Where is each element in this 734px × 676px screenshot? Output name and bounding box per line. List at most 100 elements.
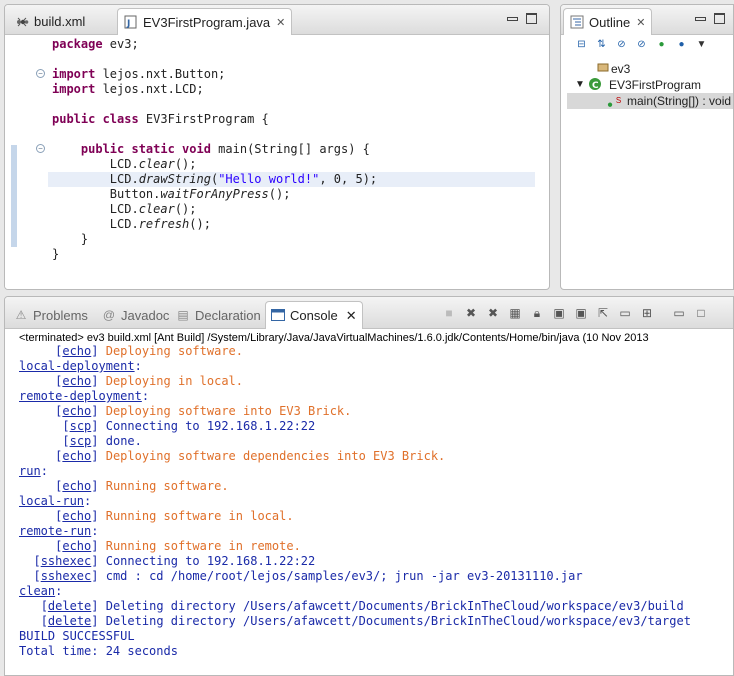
editor-gutter: − − <box>5 35 47 289</box>
collapse-all-icon[interactable]: ⊟ <box>575 38 588 51</box>
expand-arrow-icon[interactable]: ▼ <box>575 77 585 93</box>
outline-item-method[interactable]: ● S main(String[]) : void <box>567 93 733 110</box>
console-line: [echo] Running software in local. <box>19 509 691 524</box>
minimize-button[interactable] <box>507 17 518 21</box>
code-line: import lejos.nxt.Button; <box>52 67 226 81</box>
ant-task-tag[interactable]: [echo] <box>55 509 98 523</box>
ant-task-tag[interactable]: [echo] <box>55 539 98 553</box>
javadoc-icon: @ <box>102 308 116 322</box>
console-text: Deleting directory /Users/afawcett/Docum… <box>98 599 684 613</box>
tab-outline[interactable]: Outline ✕ <box>563 8 653 35</box>
view-menu-icon[interactable]: ▼ <box>695 38 708 51</box>
console-line: [delete] Deleting directory /Users/afawc… <box>19 614 691 629</box>
remove-all-launches-icon[interactable]: ✖ <box>485 305 501 321</box>
close-icon[interactable]: ✕ <box>346 308 357 324</box>
console-line: [sshexec] Connecting to 192.168.1.22:22 <box>19 554 691 569</box>
ant-task-tag[interactable]: [scp] <box>62 419 98 433</box>
ant-target-link[interactable]: remote-run <box>19 524 91 538</box>
tab-label: build.xml <box>34 14 86 29</box>
sort-icon[interactable]: ⇅ <box>595 38 608 51</box>
console-line: run: <box>19 464 691 479</box>
tab-label: Problems <box>33 307 88 323</box>
outline-item-package[interactable]: ev3 <box>561 61 733 77</box>
package-icon <box>597 61 609 77</box>
scroll-lock-icon[interactable]: 🔒︎ <box>529 305 545 321</box>
display-console-icon[interactable]: ▭ <box>617 305 633 321</box>
ant-target-link[interactable]: clean <box>19 584 55 598</box>
fold-toggle-icon[interactable]: − <box>36 144 45 153</box>
terminate-icon[interactable]: ■ <box>441 305 457 321</box>
console-line: remote-deployment: <box>19 389 691 404</box>
tab-javadoc[interactable]: @ Javadoc <box>97 301 174 329</box>
code-line: package ev3; <box>52 37 139 51</box>
ant-task-tag[interactable]: [sshexec] <box>33 554 98 568</box>
ant-task-tag[interactable]: [sshexec] <box>33 569 98 583</box>
tab-build-xml[interactable]: build.xml <box>9 8 91 35</box>
ant-target-link[interactable]: local-deployment <box>19 359 135 373</box>
show-on-stderr-icon[interactable]: ▣ <box>573 305 589 321</box>
hide-nonpublic-icon[interactable]: ● <box>655 38 668 51</box>
outline-pane: Outline ✕ ⊟ ⇅ ⊘ ⊘ ● ● ▼ ev3 ▼ C EV3First… <box>560 4 734 290</box>
ant-file-icon <box>15 15 29 29</box>
close-icon[interactable]: ✕ <box>276 16 285 29</box>
pin-console-icon[interactable]: ⇱ <box>595 305 611 321</box>
ant-task-tag[interactable]: [echo] <box>55 404 98 418</box>
console-text: Running software in remote. <box>98 539 301 553</box>
show-on-stdout-icon[interactable]: ▣ <box>551 305 567 321</box>
console-line: Total time: 24 seconds <box>19 644 691 659</box>
launch-status: <terminated> ev3 build.xml [Ant Build] /… <box>19 332 649 344</box>
outline-item-label: EV3FirstProgram <box>609 78 702 92</box>
tab-ev3firstprogram-java[interactable]: J EV3FirstProgram.java ✕ <box>117 8 293 35</box>
ant-target-link[interactable]: local-run <box>19 494 84 508</box>
console-line: [echo] Deploying software. <box>19 344 691 359</box>
open-console-icon[interactable]: ⊞ <box>639 305 655 321</box>
console-text: Total time: 24 seconds <box>19 644 178 658</box>
editor-tab-bar: build.xml J EV3FirstProgram.java ✕ <box>5 5 549 35</box>
code-area[interactable]: package ev3; import lejos.nxt.Button; im… <box>48 35 535 289</box>
hide-fields-icon[interactable]: ⊘ <box>615 38 628 51</box>
hide-local-types-icon[interactable]: ● <box>675 38 688 51</box>
console-text: : <box>40 464 48 478</box>
console-text: cmd : cd /home/root/lejos/samples/ev3/; … <box>98 569 583 583</box>
minimize-button[interactable] <box>695 17 706 21</box>
tab-console[interactable]: Console ✕ <box>265 301 363 329</box>
console-text: : <box>141 389 150 403</box>
code-line: LCD.refresh(); <box>109 217 211 231</box>
tab-declaration[interactable]: ▤ Declaration <box>171 301 266 329</box>
ant-task-tag[interactable]: [echo] <box>55 479 98 493</box>
ant-task-tag[interactable]: [delete] <box>41 614 99 628</box>
java-file-icon: J <box>124 15 138 29</box>
svg-text:J: J <box>126 19 130 29</box>
outline-item-class[interactable]: ▼ C EV3FirstProgram <box>561 77 733 93</box>
public-method-icon: ● S <box>607 96 622 111</box>
ant-task-tag[interactable]: [echo] <box>55 374 98 388</box>
tab-problems[interactable]: ⚠ Problems <box>9 301 93 329</box>
code-line: } <box>80 232 89 246</box>
ant-target-link[interactable]: run <box>19 464 41 478</box>
console-line: [delete] Deleting directory /Users/afawc… <box>19 599 691 614</box>
remove-launch-icon[interactable]: ✖ <box>463 305 479 321</box>
console-line: [scp] done. <box>19 434 691 449</box>
ant-target-link[interactable]: remote-deployment <box>19 389 142 403</box>
console-line: [scp] Connecting to 192.168.1.22:22 <box>19 419 691 434</box>
close-icon[interactable]: ✕ <box>636 16 645 29</box>
outline-item-label: ev3 <box>611 62 631 76</box>
ant-task-tag[interactable]: [echo] <box>55 449 98 463</box>
maximize-button[interactable]: □ <box>693 305 709 321</box>
console-text: Deploying software. <box>98 344 243 358</box>
ant-task-tag[interactable]: [delete] <box>41 599 99 613</box>
fold-toggle-icon[interactable]: − <box>36 69 45 78</box>
outline-tab-bar: Outline ✕ <box>561 5 733 35</box>
console-text: Running software in local. <box>98 509 294 523</box>
console-output[interactable]: [echo] Deploying software. local-deployme… <box>19 344 691 659</box>
ant-task-tag[interactable]: [echo] <box>55 344 98 358</box>
minimize-button[interactable]: ▭ <box>671 305 687 321</box>
maximize-button[interactable] <box>526 13 537 24</box>
change-ruler <box>11 145 17 247</box>
console-line: local-run: <box>19 494 691 509</box>
clear-console-icon[interactable]: ▦ <box>507 305 523 321</box>
ant-task-tag[interactable]: [scp] <box>62 434 98 448</box>
hide-static-icon[interactable]: ⊘ <box>635 38 648 51</box>
console-toolbar: ■ ✖ ✖ ▦ 🔒︎ ▣ ▣ ⇱ ▭ ⊞ ▭ □ <box>441 305 709 321</box>
maximize-button[interactable] <box>714 13 725 24</box>
